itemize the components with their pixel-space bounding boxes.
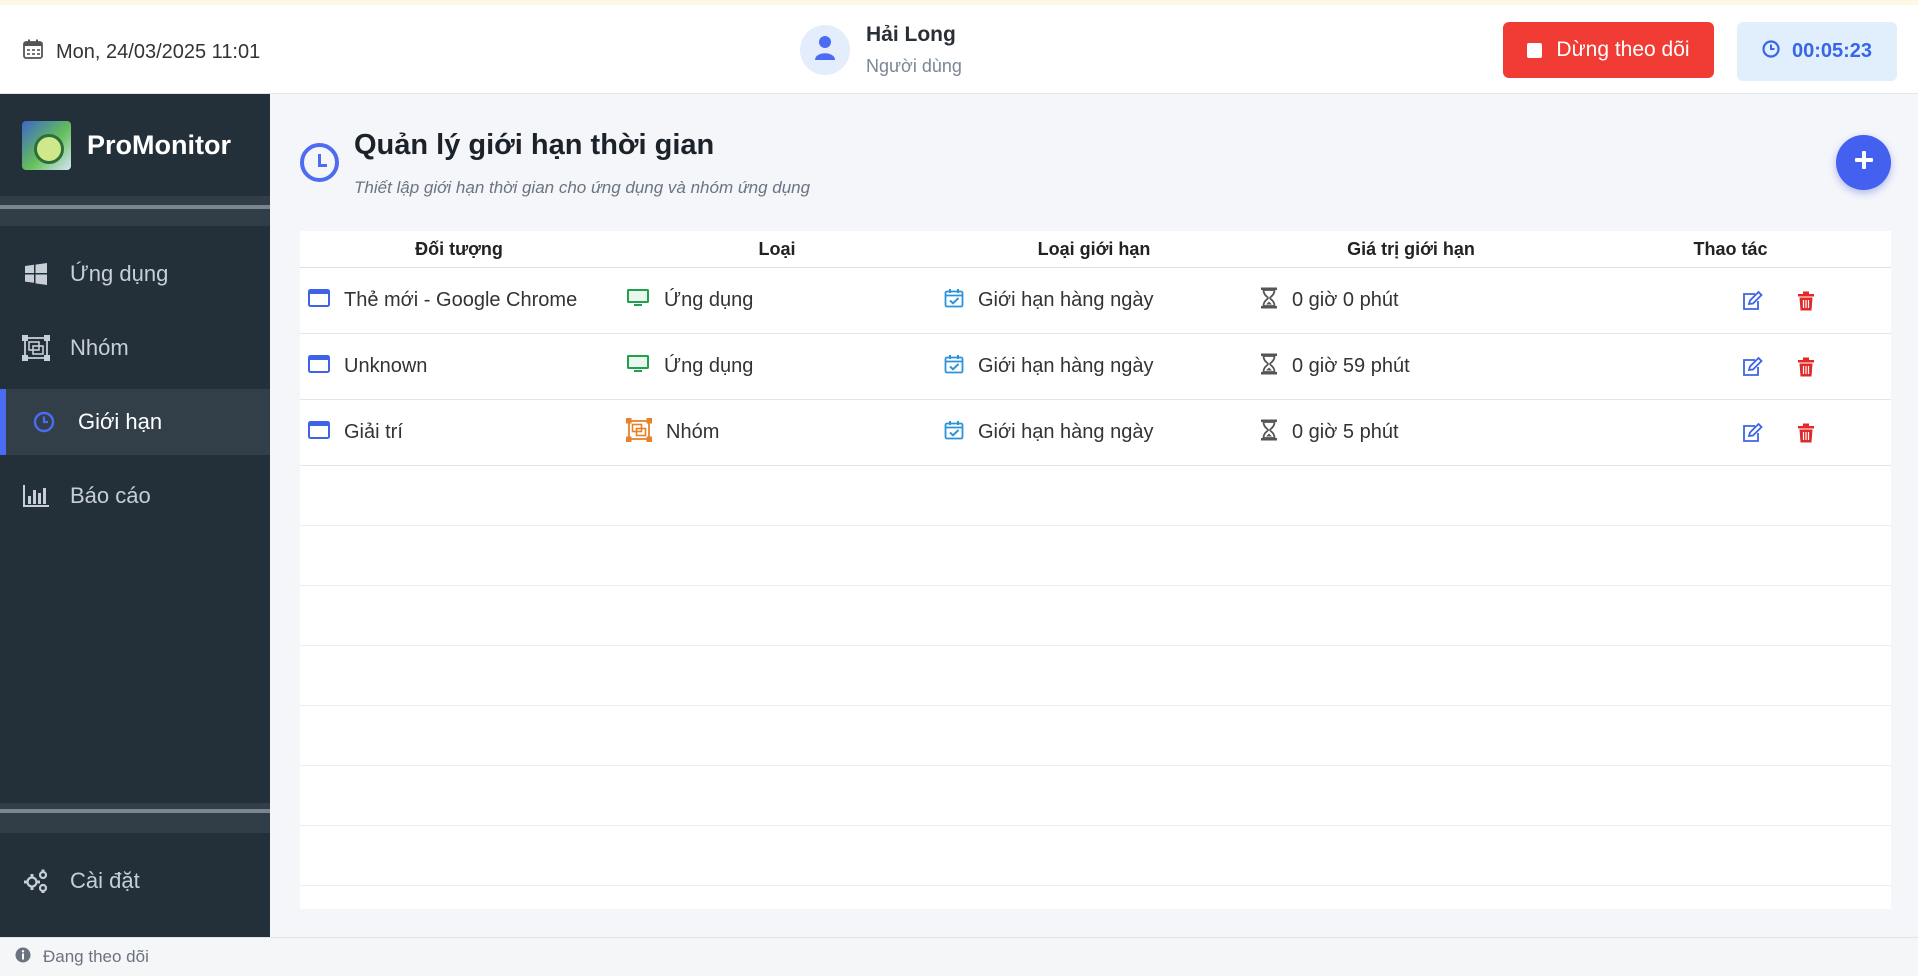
column-header-limit-value[interactable]: Giá trị giới hạn (1252, 239, 1570, 260)
page-title: Quản lý giới hạn thời gian (354, 129, 715, 161)
calendar-check-icon (944, 354, 964, 380)
type-label: Nhóm (666, 421, 720, 443)
limit-type-label: Giới hạn hàng ngày (978, 421, 1154, 443)
column-header-limit-type[interactable]: Loại giới hạn (936, 239, 1252, 260)
limit-value: 0 giờ 5 phút (1292, 421, 1399, 443)
hourglass-icon (1260, 287, 1278, 315)
header-bar: Mon, 24/03/2025 11:01 Hải Long Người dùn… (0, 5, 1918, 94)
limits-table: Đối tượng Loại Loại giới hạn Giá trị giớ… (300, 231, 1891, 909)
window-icon (308, 354, 330, 379)
table-header: Đối tượng Loại Loại giới hạn Giá trị giớ… (300, 231, 1891, 268)
user-role: Người dùng (866, 56, 962, 76)
empty-row (300, 466, 1891, 526)
sidebar-item-label: Giới hạn (78, 409, 163, 434)
edit-icon[interactable] (1740, 421, 1764, 445)
info-icon (15, 947, 31, 968)
edit-icon[interactable] (1740, 289, 1764, 313)
sidebar-divider-band (0, 196, 270, 226)
group-icon (22, 334, 50, 362)
column-header-actions: Thao tác (1693, 238, 1768, 259)
sidebar-divider (0, 205, 270, 209)
sidebar-item-groups[interactable]: Nhóm (0, 315, 270, 381)
target-name: Thẻ mới - Google Chrome (344, 289, 578, 311)
stop-monitoring-label: Dừng theo dõi (1556, 38, 1690, 61)
calendar-check-icon (944, 420, 964, 446)
empty-row (300, 526, 1891, 586)
target-name: Unknown (344, 355, 428, 377)
brand: ProMonitor (0, 94, 270, 196)
type-label: Ứng dụng (664, 355, 754, 377)
page-subtitle: Thiết lập giới hạn thời gian cho ứng dụn… (354, 178, 811, 197)
hourglass-icon (1260, 353, 1278, 381)
empty-row (300, 766, 1891, 826)
column-header-type[interactable]: Loại (618, 239, 936, 260)
user-icon (814, 35, 836, 66)
trash-icon[interactable] (1794, 289, 1818, 313)
status-text: Đang theo dõi (43, 947, 149, 966)
gears-icon (22, 867, 50, 895)
table-row[interactable]: Thẻ mới - Google Chrome Ứng dụng Giới hạ… (300, 268, 1891, 334)
sidebar-item-label: Ứng dụng (70, 261, 169, 286)
sidebar-item-label: Báo cáo (70, 483, 151, 508)
timer-value: 00:05:23 (1791, 40, 1873, 62)
limit-value: 0 giờ 0 phút (1292, 289, 1399, 311)
stop-monitoring-button[interactable]: Dừng theo dõi (1503, 22, 1714, 78)
sidebar-divider (0, 809, 270, 813)
trash-icon[interactable] (1794, 421, 1818, 445)
empty-row (300, 586, 1891, 646)
clock-icon (1762, 39, 1780, 64)
app-logo-icon (22, 120, 71, 170)
time-limit-icon (300, 143, 339, 182)
monitor-icon (626, 288, 650, 314)
hourglass-icon (1260, 419, 1278, 447)
stop-icon (1527, 42, 1543, 58)
sidebar-item-label: Nhóm (70, 335, 129, 360)
sidebar: ProMonitor Ứng dụng Nhóm Giới hạn Báo cá… (0, 94, 270, 937)
target-name: Giải trí (344, 421, 403, 443)
trash-icon[interactable] (1794, 355, 1818, 379)
datetime-display: Mon, 24/03/2025 11:01 (22, 38, 260, 66)
status-bar: Đang theo dõi (0, 937, 1918, 976)
group-icon (626, 417, 652, 448)
empty-row (300, 826, 1891, 886)
calendar-icon (22, 38, 44, 66)
window-icon (308, 288, 330, 313)
table-row[interactable]: Giải trí Nhóm Giới hạn hàng ngày 0 giờ 5… (300, 400, 1891, 466)
user-name: Hải Long (866, 23, 956, 46)
avatar (800, 25, 850, 75)
empty-row (300, 646, 1891, 706)
edit-icon[interactable] (1740, 355, 1764, 379)
type-label: Ứng dụng (664, 289, 754, 311)
session-timer: 00:05:23 (1737, 22, 1897, 81)
sidebar-item-label: Cài đặt (70, 868, 140, 893)
empty-row (300, 706, 1891, 766)
sidebar-divider-band (0, 803, 270, 833)
limit-type-label: Giới hạn hàng ngày (978, 355, 1154, 377)
user-info: Hải Long Người dùng (800, 23, 962, 77)
plus-icon (1853, 149, 1875, 176)
sidebar-item-settings[interactable]: Cài đặt (0, 848, 270, 914)
sidebar-item-limits[interactable]: Giới hạn (0, 389, 270, 455)
monitor-icon (626, 354, 650, 380)
limit-value: 0 giờ 59 phút (1292, 355, 1410, 377)
main-content: Quản lý giới hạn thời gian Thiết lập giớ… (270, 94, 1918, 937)
windows-icon (22, 260, 50, 288)
sidebar-item-reports[interactable]: Báo cáo (0, 463, 270, 529)
add-limit-button[interactable] (1836, 135, 1891, 190)
column-header-target[interactable]: Đối tượng (300, 239, 618, 260)
sidebar-item-apps[interactable]: Ứng dụng (0, 241, 270, 307)
limit-type-label: Giới hạn hàng ngày (978, 289, 1154, 311)
brand-name: ProMonitor (87, 129, 231, 160)
bar-chart-icon (22, 482, 50, 510)
datetime-text: Mon, 24/03/2025 11:01 (56, 40, 261, 63)
table-row[interactable]: Unknown Ứng dụng Giới hạn hàng ngày 0 gi… (300, 334, 1891, 400)
clock-icon (30, 408, 58, 436)
window-icon (308, 420, 330, 445)
calendar-check-icon (944, 288, 964, 314)
